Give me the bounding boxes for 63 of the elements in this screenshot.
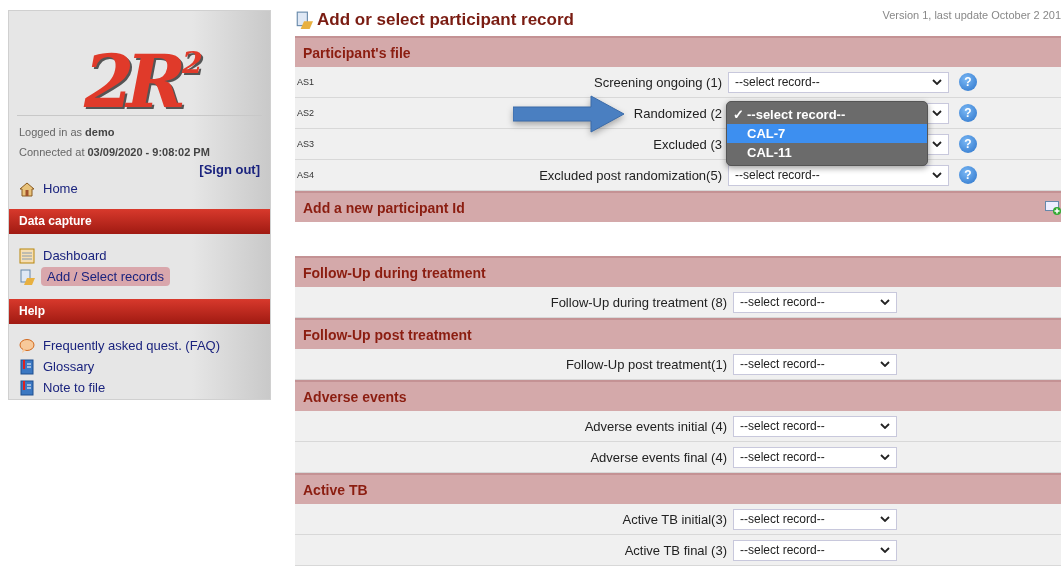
select-field[interactable]: --select record-- <box>733 539 897 561</box>
caret-icon <box>932 172 942 178</box>
caret-icon <box>880 454 890 460</box>
caret-icon <box>932 141 942 147</box>
section-title: Participant's file <box>303 44 411 61</box>
sidebar-link[interactable]: Glossary <box>41 357 101 376</box>
sidebar-link[interactable]: Frequently asked quest. (FAQ) <box>41 336 227 355</box>
field-label: Active TB initial(3) <box>622 511 727 527</box>
login-text: Logged in as demo <box>19 125 116 140</box>
sidebar-section-header: Help <box>9 299 270 324</box>
field-label: Follow-Up during treatment (8) <box>550 294 727 310</box>
row-code: AS3 <box>296 139 314 149</box>
section-title: Adverse events <box>303 388 407 405</box>
house-icon <box>19 180 35 197</box>
page-title: Add or select participant record <box>317 10 574 30</box>
sidebar-link[interactable]: Add / Select records <box>41 267 171 286</box>
version-text: Version 1, last update October 2 201 <box>882 9 1061 21</box>
caret-icon <box>880 516 890 522</box>
row-code: AS4 <box>296 170 314 180</box>
field-label: Follow-Up post treatment(1) <box>565 356 727 372</box>
field-label: Randomized (2 <box>633 105 722 121</box>
book-icon <box>19 358 35 375</box>
sign-out-link[interactable]: [Sign out] <box>199 162 260 177</box>
book-icon <box>19 379 35 396</box>
caret-icon <box>880 299 890 305</box>
caret-icon <box>880 361 890 367</box>
connection-text: Connected at 03/09/2020 - 9:08:02 PM <box>19 145 211 160</box>
select-field[interactable]: --select record-- <box>733 415 897 437</box>
caret-icon <box>880 547 890 553</box>
field-label: Active TB final (3) <box>624 542 727 558</box>
select-field[interactable]: --select record-- <box>728 71 949 93</box>
select-field[interactable]: --select record-- <box>733 353 897 375</box>
caret-icon <box>932 79 942 85</box>
home-link[interactable]: Home <box>41 179 84 198</box>
row-code: AS2 <box>296 108 314 118</box>
field-label: Adverse events final (4) <box>590 449 727 465</box>
select-field[interactable]: --select record-- <box>728 164 949 186</box>
row-code: AS1 <box>296 77 314 87</box>
dashboard-icon <box>19 247 35 264</box>
caret-icon <box>880 423 890 429</box>
sidebar-link[interactable]: Note to file <box>41 378 112 397</box>
add-icon[interactable] <box>1045 200 1061 215</box>
section-title: Active TB <box>303 481 368 498</box>
document-folder-icon <box>19 268 35 285</box>
sidebar-section-header: Data capture <box>9 209 270 234</box>
select-field[interactable]: --select record-- <box>733 508 897 530</box>
dropdown-option[interactable]: CAL-11 <box>727 142 927 162</box>
select-field[interactable]: --select record-- <box>733 291 897 313</box>
document-folder-icon <box>295 11 313 29</box>
field-label: Screening ongoing (1) <box>594 74 722 90</box>
field-label: Adverse events initial (4) <box>584 418 727 434</box>
caret-icon <box>932 110 942 116</box>
sidebar-link[interactable]: Dashboard <box>41 246 113 265</box>
speech-bubble-icon <box>19 337 35 354</box>
select-field[interactable]: --select record-- <box>733 446 897 468</box>
field-label: Excluded post randomization(5) <box>539 167 722 183</box>
logo: 2R$^{2}$ <box>17 11 262 116</box>
dropdown-option[interactable]: ✓ --select record-- <box>727 104 927 124</box>
section-title: Follow-Up during treatment <box>303 264 486 281</box>
check-icon: ✓ <box>727 104 747 124</box>
field-label: Excluded (3 <box>653 136 722 152</box>
section-title: Add a new participant Id <box>303 199 465 216</box>
section-title: Follow-Up post treatment <box>303 326 472 343</box>
